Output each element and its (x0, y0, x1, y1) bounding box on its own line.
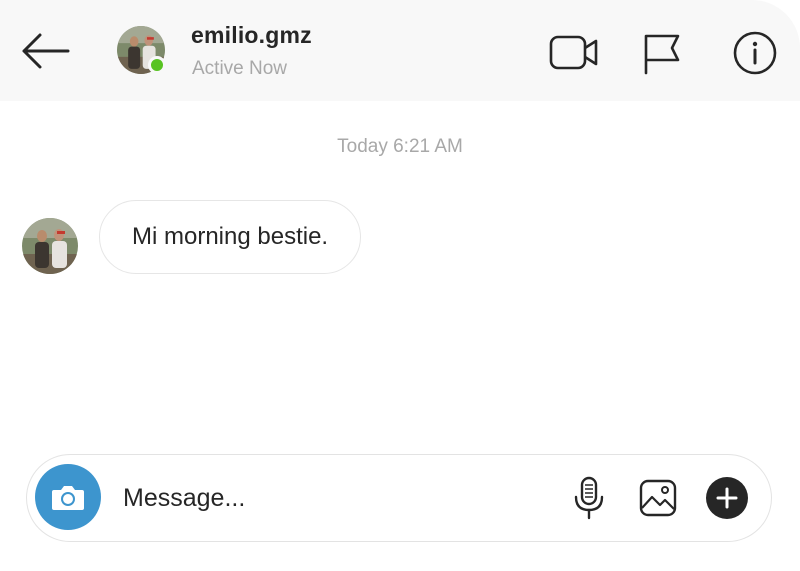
plus-circle-icon (706, 477, 748, 519)
info-button[interactable] (727, 27, 783, 79)
camera-icon (52, 486, 84, 510)
video-camera-icon (549, 35, 598, 70)
video-call-button[interactable] (546, 27, 602, 79)
chat-username[interactable]: emilio.gmz (191, 22, 312, 49)
microphone-icon (574, 476, 604, 520)
report-button[interactable] (634, 27, 690, 79)
back-button[interactable] (18, 30, 72, 72)
add-button[interactable] (704, 475, 750, 521)
message-input[interactable] (123, 471, 543, 525)
message-sender-avatar[interactable] (22, 218, 78, 274)
info-icon (733, 31, 777, 75)
gallery-button[interactable] (635, 475, 681, 521)
message-composer (26, 454, 772, 542)
received-message-bubble[interactable]: Mi morning bestie. (99, 200, 362, 274)
voice-message-button[interactable] (566, 475, 612, 521)
camera-button[interactable] (35, 464, 101, 530)
flag-icon (644, 34, 680, 75)
direct-message-screen: emilio.gmz Active Now Today 6:21 AM Mi m… (0, 0, 800, 571)
chat-header: emilio.gmz Active Now (0, 0, 800, 101)
arrow-left-icon (22, 33, 70, 69)
image-icon (639, 479, 677, 517)
online-status-dot (148, 56, 166, 74)
active-status: Active Now (192, 58, 288, 79)
conversation-timestamp: Today 6:21 AM (337, 136, 463, 157)
